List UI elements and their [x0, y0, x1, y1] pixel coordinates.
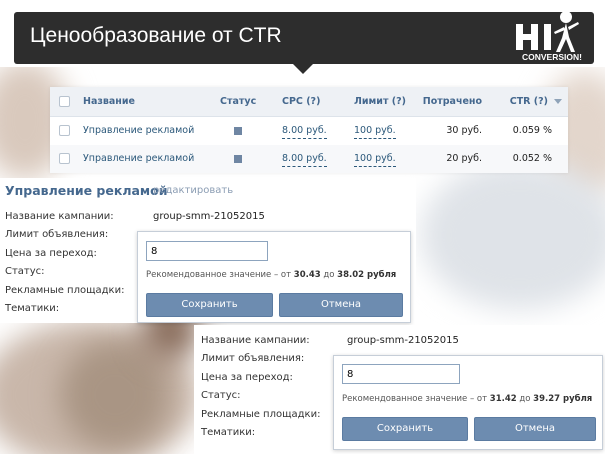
- cancel-button[interactable]: Отмена: [474, 417, 596, 441]
- topics-label: Тематики:: [5, 303, 60, 314]
- spent-value: 20 руб.: [446, 153, 482, 164]
- limit-cell: 100 руб.: [354, 145, 396, 173]
- banner: Ценообразование от CTR CONVERSION!: [0, 0, 605, 74]
- editor-title: Управление рекламой: [5, 183, 168, 198]
- recommended-to: 39.27 рубля: [533, 394, 593, 404]
- campaign-value: group-smm-21052015: [347, 335, 459, 346]
- sort-down-icon: [554, 99, 562, 104]
- price-editor-popup: Рекомендованное значение – от 30.43 до 3…: [137, 231, 411, 323]
- limit-value[interactable]: 100 руб.: [354, 124, 396, 139]
- status-stopped-icon[interactable]: [234, 155, 242, 163]
- column-header-ctr-label: CTR (?): [509, 96, 548, 107]
- cancel-button[interactable]: Отмена: [279, 293, 403, 317]
- cpc-value[interactable]: 8.00 руб.: [282, 152, 327, 167]
- spent-value: 30 руб.: [446, 125, 482, 136]
- campaign-label: Название кампании:: [5, 211, 114, 222]
- status-label: Статус:: [201, 390, 241, 401]
- ads-table: Название Статус CPC (?) Лимит (?) Потрач…: [50, 87, 568, 173]
- campaign-label: Название кампании:: [201, 335, 310, 346]
- recommended-value-text: Рекомендованное значение – от 30.43 до 3…: [146, 270, 396, 280]
- column-header-name[interactable]: Название: [83, 87, 135, 117]
- recommended-value-text: Рекомендованное значение – от 31.42 до 3…: [342, 394, 592, 404]
- price-input[interactable]: [342, 364, 460, 384]
- ad-name-link[interactable]: Управление рекламой: [83, 117, 194, 145]
- status-label: Статус:: [5, 266, 45, 277]
- limit-cell: 100 руб.: [354, 117, 396, 145]
- page-title: Ценообразование от CTR: [30, 24, 282, 47]
- row-checkbox[interactable]: [59, 153, 70, 164]
- table-row: Управление рекламой 8.00 руб. 100 руб. 2…: [50, 145, 568, 173]
- table-header: Название Статус CPC (?) Лимит (?) Потрач…: [50, 87, 568, 117]
- column-header-status[interactable]: Статус: [220, 87, 256, 117]
- recommended-prefix: Рекомендованное значение – от: [146, 270, 292, 280]
- recommended-from: 30.43: [293, 270, 321, 280]
- column-header-cpc[interactable]: CPC (?): [282, 87, 320, 117]
- ad-name-link[interactable]: Управление рекламой: [83, 145, 194, 173]
- topics-label: Тематики:: [201, 427, 256, 438]
- ctr-value: 0.059 %: [512, 125, 552, 136]
- ctr-value: 0.052 %: [512, 153, 552, 164]
- recommended-mid: до: [519, 394, 531, 404]
- recommended-prefix: Рекомендованное значение – от: [342, 394, 488, 404]
- price-editor-popup-secondary: Рекомендованное значение – от 31.42 до 3…: [333, 355, 603, 450]
- banner-pointer: [292, 63, 314, 74]
- select-all-checkbox[interactable]: [59, 96, 70, 107]
- table-row: Управление рекламой 8.00 руб. 100 руб. 3…: [50, 117, 568, 145]
- limit-label: Лимит объявления:: [5, 229, 109, 240]
- cpc-cell: 8.00 руб.: [282, 117, 327, 145]
- logo-text: CONVERSION!: [522, 52, 582, 62]
- cpc-value[interactable]: 8.00 руб.: [282, 124, 327, 139]
- logo-icon: [516, 11, 579, 52]
- platforms-label: Рекламные площадки:: [5, 285, 125, 296]
- recommended-mid: до: [323, 270, 335, 280]
- limit-label: Лимит объявления:: [201, 353, 305, 364]
- hi-conversion-logo: CONVERSION!: [510, 8, 594, 66]
- price-label: Цена за переход:: [201, 372, 293, 383]
- price-label: Цена за переход:: [5, 248, 97, 259]
- column-header-limit[interactable]: Лимит (?): [354, 87, 406, 117]
- column-header-ctr[interactable]: CTR (?): [480, 87, 562, 117]
- limit-value[interactable]: 100 руб.: [354, 152, 396, 167]
- row-checkbox[interactable]: [59, 125, 70, 136]
- save-button[interactable]: Сохранить: [342, 417, 468, 441]
- status-stopped-icon[interactable]: [234, 127, 242, 135]
- recommended-to: 38.02 рубля: [337, 270, 397, 280]
- campaign-value: group-smm-21052015: [153, 211, 265, 222]
- price-input[interactable]: [146, 241, 268, 261]
- save-button[interactable]: Сохранить: [146, 293, 273, 317]
- recommended-from: 31.42: [489, 394, 517, 404]
- edit-link[interactable]: редактировать: [153, 185, 233, 196]
- platforms-label: Рекламные площадки:: [201, 409, 321, 420]
- cpc-cell: 8.00 руб.: [282, 145, 327, 173]
- column-header-spent[interactable]: Потрачено: [420, 87, 482, 117]
